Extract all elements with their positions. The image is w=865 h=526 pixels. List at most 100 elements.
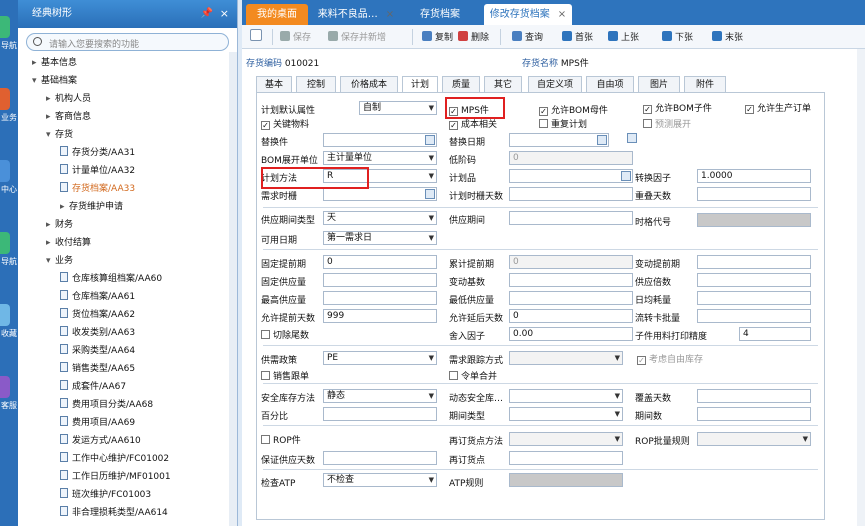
- subtab-9[interactable]: 附件: [684, 76, 726, 93]
- expand-arrow-icon[interactable]: ▸: [46, 91, 55, 107]
- toolbar-button-2[interactable]: 复制: [422, 30, 453, 43]
- toolbar-button-6[interactable]: 上张: [608, 30, 639, 43]
- close-icon[interactable]: ×: [558, 9, 566, 20]
- module-3[interactable]: 导航: [0, 228, 18, 272]
- allow-delay-input[interactable]: 0: [509, 309, 633, 323]
- dropdown-arrow-icon[interactable]: ▼: [429, 212, 434, 224]
- tree-node[interactable]: 发运方式/AA610: [60, 433, 141, 449]
- module-1[interactable]: 业务: [0, 84, 18, 128]
- dropdown-arrow-icon[interactable]: ▼: [615, 433, 620, 445]
- dropdown-arrow-icon[interactable]: ▼: [615, 352, 620, 364]
- pin-icon[interactable]: 📌: [201, 0, 213, 28]
- tree-node[interactable]: ▾ 存货: [46, 127, 73, 143]
- cum-lead-input[interactable]: 0: [509, 255, 633, 269]
- tree-scrollbar[interactable]: [229, 52, 237, 526]
- fixed-lead-input[interactable]: 0: [323, 255, 437, 269]
- percent-input[interactable]: [323, 407, 437, 421]
- tree-node[interactable]: ▸ 财务: [46, 217, 73, 233]
- tree-node[interactable]: ▾ 业务: [46, 253, 73, 269]
- order-merge-checkbox[interactable]: 令单合并: [449, 369, 497, 382]
- max-supply-input[interactable]: [323, 291, 437, 305]
- sub-precision-input[interactable]: 4: [739, 327, 811, 341]
- subtab-6[interactable]: 自定义项: [528, 76, 582, 93]
- expand-arrow-icon[interactable]: ▸: [46, 217, 55, 233]
- tree-node[interactable]: 成套件/AA67: [60, 379, 126, 395]
- checkbox-icon[interactable]: ✓: [745, 105, 754, 114]
- sales-bom-checkbox[interactable]: 销售跟单: [261, 369, 309, 382]
- reorder-point-input[interactable]: [509, 451, 623, 465]
- repeat-plan-checkbox[interactable]: 重复计划: [539, 117, 587, 130]
- flow-card-input[interactable]: [697, 309, 811, 323]
- subtab-5[interactable]: 其它: [484, 76, 522, 93]
- tree-node[interactable]: ▸ 存货维护申请: [60, 199, 123, 215]
- supply-mult-input[interactable]: [697, 273, 811, 287]
- tree-node[interactable]: 货位档案/AA62: [60, 307, 135, 323]
- dropdown-arrow-icon[interactable]: ▼: [429, 390, 434, 402]
- guarantee-days-input[interactable]: [323, 451, 437, 465]
- tab-2[interactable]: 存货档案: [402, 4, 478, 25]
- rop-checkbox[interactable]: ROP件: [261, 433, 301, 446]
- dropdown-arrow-icon[interactable]: ▼: [429, 474, 434, 486]
- tree-node[interactable]: 销售类型/AA65: [60, 361, 135, 377]
- conv-factor-input[interactable]: 1.0000: [697, 169, 811, 183]
- plan-fence-days-input[interactable]: [509, 187, 633, 201]
- toolbar-button-0[interactable]: 保存: [280, 30, 311, 43]
- subtab-1[interactable]: 控制: [296, 76, 336, 93]
- toolbar-button-4[interactable]: 查询: [512, 30, 543, 43]
- expand-arrow-icon[interactable]: ▸: [60, 199, 69, 215]
- allow-adv-input[interactable]: 999: [323, 309, 437, 323]
- function-search-input[interactable]: 请输入您要搜索的功能: [26, 33, 229, 51]
- calendar-icon[interactable]: [425, 189, 435, 199]
- tree-node[interactable]: 存货分类/AA31: [60, 145, 135, 161]
- period-type-select[interactable]: ▼: [509, 407, 623, 421]
- tree-node[interactable]: ▸ 收付结算: [46, 235, 91, 251]
- dropdown-arrow-icon[interactable]: ▼: [429, 232, 434, 244]
- tree-node[interactable]: 计量单位/AA32: [60, 163, 135, 179]
- reorder-method-select[interactable]: ▼: [509, 432, 623, 446]
- module-2[interactable]: 中心: [0, 156, 18, 200]
- sub-date-input[interactable]: [509, 133, 609, 147]
- checkbox-icon[interactable]: [449, 371, 458, 380]
- supply-type-select[interactable]: 天 ▼: [323, 211, 437, 225]
- checkbox-icon[interactable]: ✓: [261, 121, 270, 130]
- key-material-checkbox[interactable]: ✓ 关键物料: [261, 117, 309, 130]
- allow-bom-child-checkbox[interactable]: ✓ 允许BOM子件: [643, 101, 712, 114]
- checkbox-icon[interactable]: [261, 435, 270, 444]
- tree-node[interactable]: ▸ 机构人员: [46, 91, 91, 107]
- tree-node[interactable]: 仓库档案/AA61: [60, 289, 135, 305]
- toolbar-button-8[interactable]: 末张: [712, 30, 743, 43]
- module-5[interactable]: 客服: [0, 372, 18, 416]
- module-0[interactable]: 导航: [0, 12, 18, 56]
- checkbox-icon[interactable]: ✓: [539, 107, 548, 116]
- pre-expand-checkbox[interactable]: 预测展开: [643, 117, 691, 130]
- toolbar-button-5[interactable]: 首张: [562, 30, 593, 43]
- toolbar-button-3[interactable]: 删除: [458, 30, 489, 43]
- dropdown-arrow-icon[interactable]: ▼: [803, 433, 808, 445]
- tree-node[interactable]: 仓库核算组档案/AA60: [60, 271, 162, 287]
- allow-bom-parent-checkbox[interactable]: ✓ 允许BOM母件: [539, 103, 608, 116]
- expand-arrow-icon[interactable]: ▸: [46, 235, 55, 251]
- fixed-supply-input[interactable]: [323, 273, 437, 287]
- dropdown-arrow-icon[interactable]: ▼: [429, 102, 434, 114]
- cover-days-input[interactable]: [697, 389, 811, 403]
- dropdown-arrow-icon[interactable]: ▼: [429, 152, 434, 164]
- close-icon[interactable]: ×: [386, 9, 394, 20]
- plan-item-input[interactable]: [509, 169, 633, 183]
- sub-part-input[interactable]: [323, 133, 437, 147]
- atp-rule-input[interactable]: [509, 473, 623, 487]
- rop-batch-select[interactable]: ▼: [697, 432, 811, 446]
- checkbox-icon[interactable]: [643, 119, 652, 128]
- dropdown-arrow-icon[interactable]: ▼: [615, 390, 620, 402]
- calendar-icon[interactable]: [425, 135, 435, 145]
- round-factor-input[interactable]: 0.00: [509, 327, 633, 341]
- expand-arrow-icon[interactable]: ▸: [46, 109, 55, 125]
- tree-node[interactable]: ▾ 基础档案: [32, 73, 77, 89]
- dropdown-arrow-icon[interactable]: ▼: [429, 352, 434, 364]
- toolbar-button-1[interactable]: 保存并新增: [328, 30, 386, 43]
- subtab-2[interactable]: 价格成本: [340, 76, 398, 93]
- tree-node[interactable]: 工作日历维护/MF01001: [60, 469, 171, 485]
- daily-use-input[interactable]: [697, 291, 811, 305]
- var-lead-input[interactable]: [697, 255, 811, 269]
- expand-icon[interactable]: [250, 29, 265, 43]
- subtab-0[interactable]: 基本: [256, 76, 292, 93]
